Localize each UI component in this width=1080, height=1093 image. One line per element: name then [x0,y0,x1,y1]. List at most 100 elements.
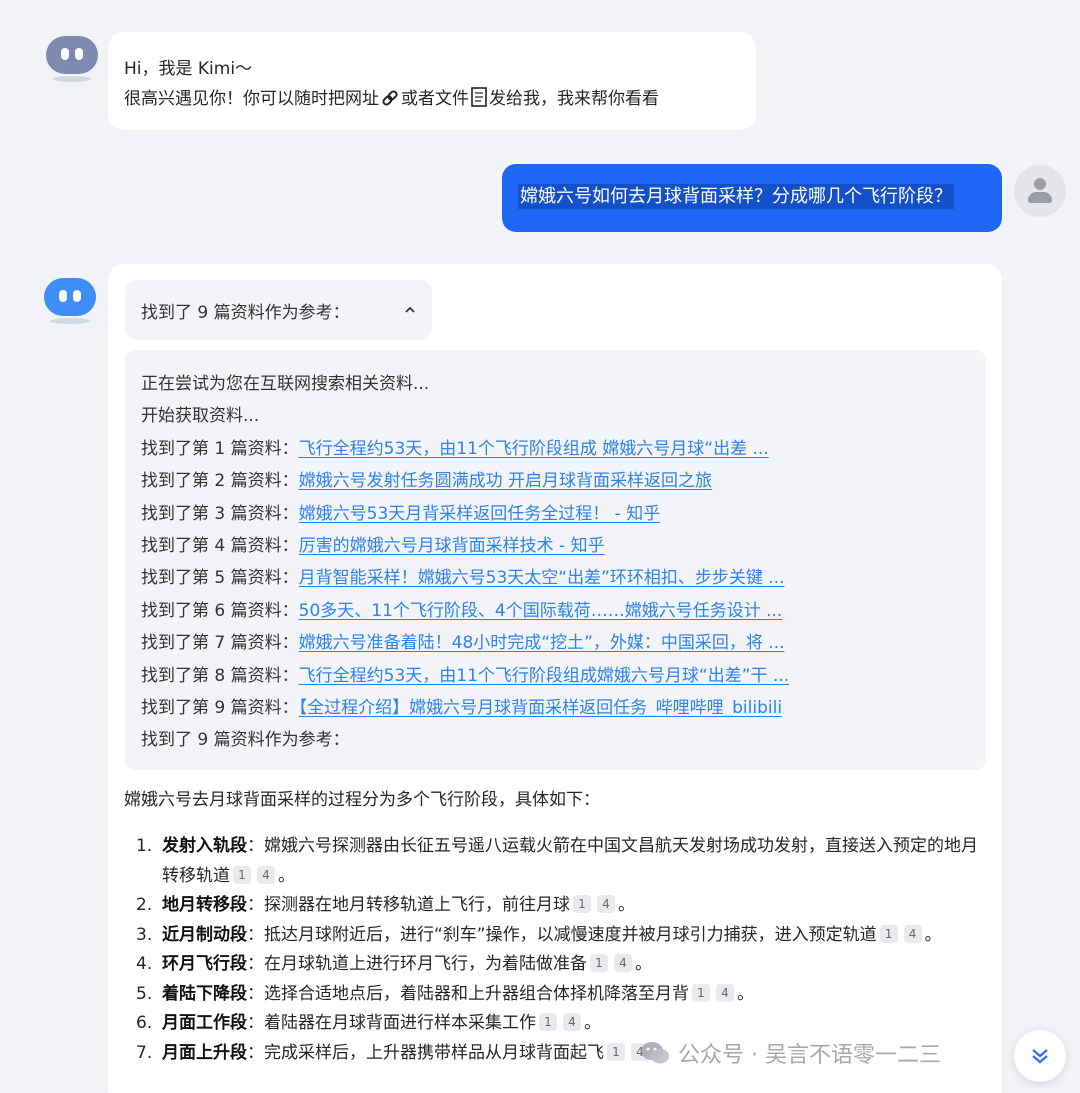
step-title: 环月飞行段 [162,954,247,974]
reference-link[interactable]: 月背智能采样！嫦娥六号53天太空“出差”环环相扣、步步关键 ... [299,568,785,588]
wechat-watermark: 公众号 · 吴言不语零一二三 [640,1036,941,1070]
user-message-text: 嫦娥六号如何去月球背面采样？分成哪几个飞行阶段？ [518,184,954,209]
list-item: 6. 月面工作段：着陆器在月球背面进行样本采集工作 1 4。 [136,1009,986,1039]
citation-badge[interactable]: 4 [716,983,734,1002]
reference-prefix: 找到了第 6 篇资料： [141,600,299,621]
reference-prefix: 找到了第 3 篇资料： [141,503,299,524]
list-item: 3. 近月制动段：抵达月球附近后，进行“刹车”操作，以减慢速度并被月球引力捕获，进… [136,921,986,951]
reference-prefix: 找到了第 4 篇资料： [141,536,299,557]
reference-item: 找到了第 4 篇资料：厉害的嫦娥六号月球背面采样技术 - 知乎 [141,530,970,562]
reference-link[interactable]: 厉害的嫦娥六号月球背面采样技术 - 知乎 [299,536,605,556]
step-number: 1. [136,836,153,856]
reference-item: 找到了第 1 篇资料：飞行全程约53天，由11个飞行阶段组成 嫦娥六号月球“出差… [141,433,970,465]
step-end: 。 [618,895,635,915]
citation-badge[interactable]: 1 [607,1042,625,1061]
step-title: 发射入轨段 [162,836,247,856]
reference-prefix: 找到了第 2 篇资料： [141,471,299,492]
kimi-avatar [44,278,96,326]
citation-badge[interactable]: 1 [573,895,591,913]
status-line: 开始获取资料... [141,406,260,427]
step-end: 。 [584,1013,601,1033]
reference-prefix: 找到了第 5 篇资料： [141,568,299,589]
references-panel: 正在尝试为您在互联网搜索相关资料... 开始获取资料... 找到了第 1 篇资料… [125,350,986,770]
step-end: 。 [635,954,652,974]
reference-link[interactable]: 飞行全程约53天，由11个飞行阶段组成嫦娥六号月球“出差”干 ... [299,666,790,686]
citation-badge[interactable]: 1 [539,1013,557,1031]
references-toggle-label: 找到了 9 篇资料作为参考： [141,302,350,323]
reference-item: 找到了第 5 篇资料：月背智能采样！嫦娥六号53天太空“出差”环环相扣、步步关键… [141,562,970,594]
citation-badge[interactable]: 4 [614,954,632,972]
reference-link[interactable]: 嫦娥六号发射任务圆满成功 开启月球背面采样返回之旅 [299,471,712,491]
answer-bubble: 找到了 9 篇资料作为参考： 正在尝试为您在互联网搜索相关资料... 开始获取资… [108,264,1002,1093]
step-title: 近月制动段 [162,924,247,945]
reference-item: 找到了第 9 篇资料：【全过程介绍】嫦娥六号月球背面采样返回任务_哔哩哔哩_bi… [141,692,970,724]
reference-link[interactable]: 【全过程介绍】嫦娥六号月球背面采样返回任务_哔哩哔哩_bilibili [299,698,782,718]
list-item: 1. 发射入轨段：嫦娥六号探测器由长征五号遥八运载火箭在中国文昌航天发射场成功发射… [136,832,986,891]
citation-badge[interactable]: 1 [590,954,608,972]
reference-item: 找到了第 7 篇资料：嫦娥六号准备着陆！48小时完成“挖土”，外媒：中国采回，将… [141,627,970,659]
greeting-text-b: 或者文件 [401,89,469,109]
greeting-text-a: 很高兴遇见你！你可以随时把网址 [124,89,379,109]
citation-badge[interactable]: 1 [879,924,898,943]
wechat-icon [641,1042,669,1064]
answer-intro: 嫦娥六号去月球背面采样的过程分为多个飞行阶段，具体如下： [124,790,600,810]
step-title: 月面上升段 [162,1042,247,1063]
user-message-bubble: 嫦娥六号如何去月球背面采样？分成哪几个飞行阶段？ [502,164,1002,232]
list-item: 2. 地月转移段：探测器在地月转移轨道上飞行，前往月球 1 4。 [136,891,986,921]
reference-item: 找到了第 2 篇资料：嫦娥六号发射任务圆满成功 开启月球背面采样返回之旅 [141,465,970,497]
reference-prefix: 找到了第 8 篇资料： [141,665,299,686]
step-number: 3. [136,924,153,945]
status-line: 正在尝试为您在互联网搜索相关资料... [141,374,430,394]
file-icon [471,87,487,107]
references-toggle[interactable]: 找到了 9 篇资料作为参考： [125,280,432,340]
kimi-avatar [46,36,98,84]
reference-item: 找到了第 8 篇资料：飞行全程约53天，由11个飞行阶段组成嫦娥六号月球“出差”… [141,660,970,692]
step-number: 6. [136,1013,153,1033]
step-text: ：探测器在地月转移轨道上飞行，前往月球 [247,895,570,915]
reference-item: 找到了第 6 篇资料：50多天、11个飞行阶段、4个国际载荷……嫦娥六号任务设计… [141,595,970,627]
greeting-text-c: 发给我，我来帮你看看 [489,89,659,109]
chevron-up-icon [405,306,415,313]
step-text: ：在月球轨道上进行环月飞行，为着陆做准备 [247,954,587,974]
step-end: 。 [278,865,295,886]
step-number: 2. [136,895,153,915]
reference-prefix: 找到了第 1 篇资料： [141,438,299,459]
step-title: 月面工作段 [162,1013,247,1033]
references-summary: 找到了 9 篇资料作为参考： [141,730,350,751]
step-text: ：着陆器在月球背面进行样本采集工作 [247,1013,536,1033]
citation-badge[interactable]: 4 [563,1013,581,1031]
watermark-text: 公众号 · 吴言不语零一二三 [678,1043,941,1068]
citation-badge[interactable]: 1 [233,865,251,884]
reference-link[interactable]: 飞行全程约53天，由11个飞行阶段组成 嫦娥六号月球“出差 ... [299,439,769,459]
citation-badge[interactable]: 1 [692,983,710,1002]
reference-link[interactable]: 嫦娥六号准备着陆！48小时完成“挖土”，外媒：中国采回，将 ... [299,633,785,653]
reference-prefix: 找到了第 9 篇资料： [141,698,299,719]
step-title: 着陆下降段 [162,983,247,1004]
reference-link[interactable]: 50多天、11个飞行阶段、4个国际载荷……嫦娥六号任务设计 ... [299,601,783,621]
reference-item: 找到了第 3 篇资料：嫦娥六号53天月背采样返回任务全过程！ - 知乎 [141,498,970,530]
citation-badge[interactable]: 4 [257,865,275,884]
list-item: 5. 着陆下降段：选择合适地点后，着陆器和上升器组合体择机降落至月背 1 4。 [136,980,986,1010]
greeting-bubble: Hi，我是 Kimi～ 很高兴遇见你！你可以随时把网址 或者文件 发给我，我来帮你看… [108,32,756,130]
step-title: 地月转移段 [162,895,247,915]
step-end: 。 [737,983,754,1004]
citation-badge[interactable]: 4 [903,924,922,943]
step-text: ：选择合适地点后，着陆器和上升器组合体择机降落至月背 [247,983,689,1004]
step-number: 5. [136,983,153,1004]
reference-prefix: 找到了第 7 篇资料： [141,633,299,654]
step-end: 。 [924,924,942,945]
step-text: ：抵达月球附近后，进行“刹车”操作，以减慢速度并被月球引力捕获，进入预定轨道 [247,924,877,945]
list-item: 4. 环月飞行段：在月球轨道上进行环月飞行，为着陆做准备 1 4。 [136,950,986,980]
link-icon [382,90,398,106]
step-number: 7. [136,1042,153,1063]
reference-link[interactable]: 嫦娥六号53天月背采样返回任务全过程！ - 知乎 [299,504,661,524]
double-chevron-down-icon [1032,1049,1048,1064]
step-number: 4. [136,954,153,974]
greeting-line-1: Hi，我是 Kimi～ [124,59,253,79]
citation-badge[interactable]: 4 [597,895,615,913]
step-text: ：完成采样后，上升器携带样品从月球背面起飞 [247,1042,604,1063]
flight-stage-list: 1. 发射入轨段：嫦娥六号探测器由长征五号遥八运载火箭在中国文昌航天发射场成功发射… [136,832,986,1068]
user-avatar [1014,165,1066,217]
scroll-to-bottom-button[interactable] [1014,1030,1066,1082]
greeting-line-2: 很高兴遇见你！你可以随时把网址 或者文件 发给我，我来帮你看看 [124,84,740,114]
